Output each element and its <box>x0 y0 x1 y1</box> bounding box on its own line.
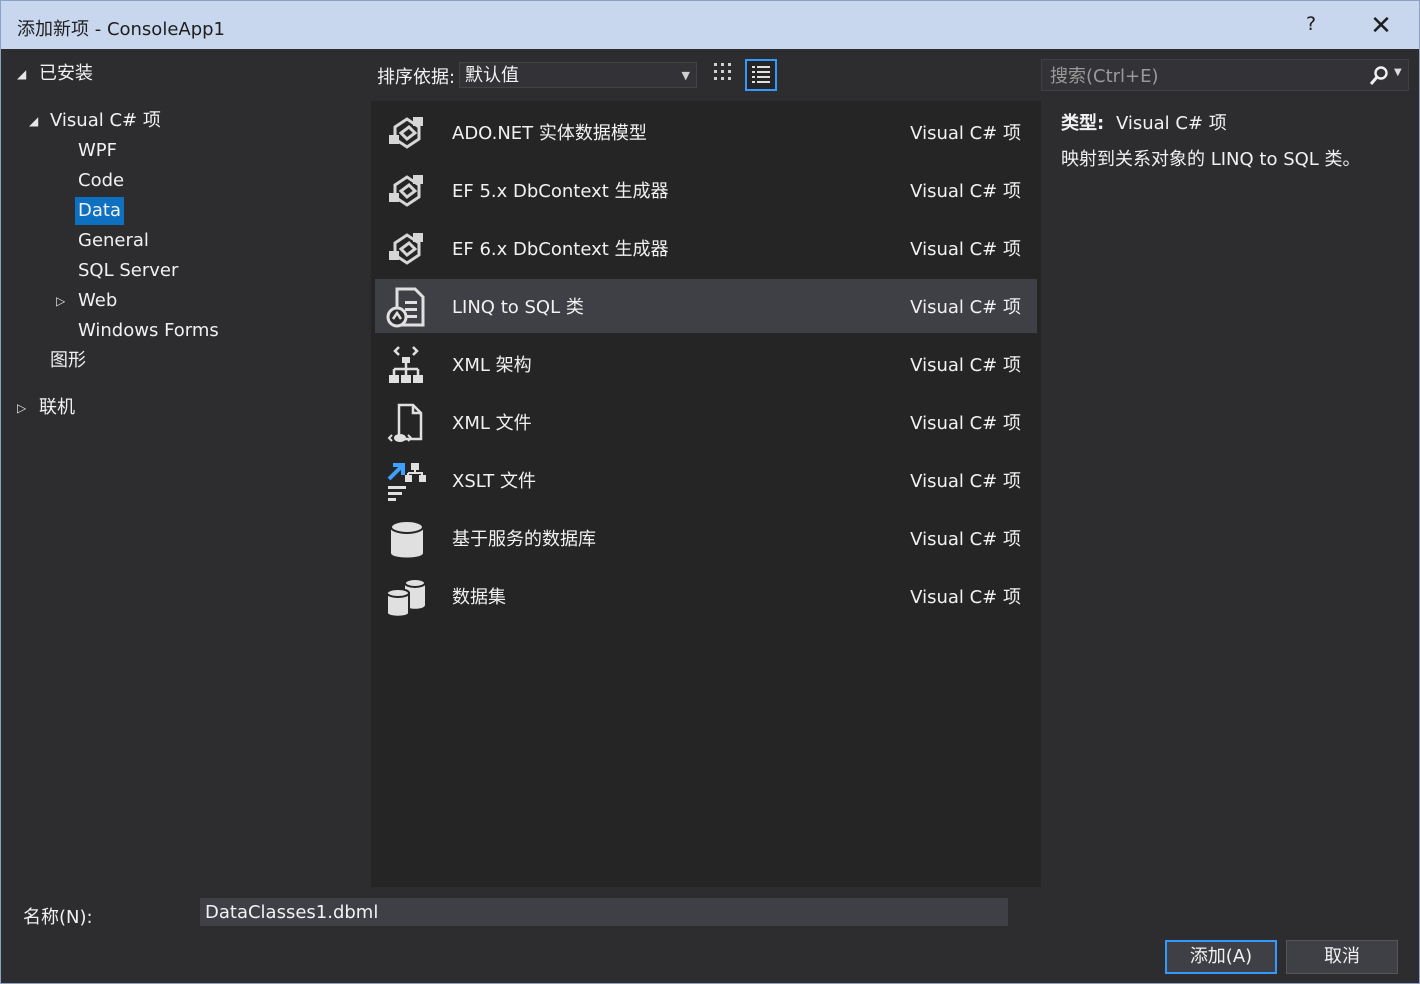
collapse-triangle-icon[interactable]: ◢ <box>17 67 26 81</box>
search-box[interactable]: ▼ <box>1041 59 1409 91</box>
entity-model-icon <box>389 175 423 207</box>
expand-triangle-icon[interactable]: ▷ <box>17 401 26 415</box>
tree-item-wpf[interactable]: WPF <box>78 137 117 165</box>
type-value: Visual C# 项 <box>1115 113 1227 134</box>
item-type: Visual C# 项 <box>910 123 1021 144</box>
sort-value: 默认值 <box>465 65 519 86</box>
xslt-file-icon <box>387 463 426 501</box>
sort-dropdown[interactable]: 默认值 ▼ <box>459 62 697 88</box>
name-label: 名称(N): <box>23 907 93 928</box>
database-icon <box>390 520 424 558</box>
search-input[interactable] <box>1048 62 1362 90</box>
add-new-item-dialog: 添加新项 - ConsoleApp1 ? ✕ ◢ 已安装 ◢ Visual C#… <box>0 0 1420 984</box>
list-item[interactable]: EF 5.x DbContext 生成器 Visual C# 项 <box>375 163 1037 217</box>
item-name: XML 架构 <box>452 355 532 376</box>
item-type: Visual C# 项 <box>910 413 1021 434</box>
item-name: XML 文件 <box>452 413 532 434</box>
dropdown-arrow-icon: ▼ <box>681 69 690 82</box>
list-view-icon <box>752 66 770 83</box>
grid-view-icon <box>714 63 731 80</box>
item-name: 基于服务的数据库 <box>452 529 596 550</box>
item-type: Visual C# 项 <box>910 529 1021 550</box>
cancel-button[interactable]: 取消 <box>1286 940 1398 974</box>
tree-item-installed[interactable]: 已安装 <box>39 60 93 88</box>
list-item[interactable]: ADO.NET 实体数据模型 Visual C# 项 <box>375 105 1037 159</box>
item-name: ADO.NET 实体数据模型 <box>452 123 647 144</box>
item-name: XSLT 文件 <box>452 471 537 492</box>
expand-triangle-icon[interactable]: ▷ <box>56 294 65 308</box>
xml-file-icon <box>387 403 423 442</box>
list-item[interactable]: 基于服务的数据库 Visual C# 项 <box>375 511 1037 565</box>
entity-model-icon <box>389 233 423 265</box>
help-button[interactable]: ? <box>1299 13 1323 37</box>
list-item[interactable]: 数据集 Visual C# 项 <box>375 569 1037 623</box>
tree-item-windows-forms[interactable]: Windows Forms <box>78 317 219 345</box>
item-type: Visual C# 项 <box>910 181 1021 202</box>
linq-to-sql-icon <box>386 287 425 328</box>
collapse-triangle-icon[interactable]: ◢ <box>29 114 38 128</box>
add-button[interactable]: 添加(A) <box>1165 940 1277 974</box>
list-view-button[interactable] <box>745 59 777 91</box>
tree-item-code[interactable]: Code <box>78 167 124 195</box>
details-panel: 类型: Visual C# 项 映射到关系对象的 LINQ to SQL 类。 <box>1061 109 1401 171</box>
tree-item-graphics[interactable]: 图形 <box>50 347 86 375</box>
item-type: Visual C# 项 <box>910 239 1021 260</box>
item-type: Visual C# 项 <box>910 587 1021 608</box>
category-tree: ◢ 已安装 ◢ Visual C# 项 WPF Code Data Genera… <box>1 49 371 887</box>
list-item[interactable]: XML 架构 Visual C# 项 <box>375 337 1037 391</box>
search-icon[interactable] <box>1368 65 1390 87</box>
footer: 名称(N): 添加(A) 取消 <box>1 887 1419 983</box>
small-icons-view-button[interactable] <box>709 59 741 91</box>
list-item[interactable]: EF 6.x DbContext 生成器 Visual C# 项 <box>375 221 1037 275</box>
list-item[interactable]: XSLT 文件 Visual C# 项 <box>375 453 1037 507</box>
list-item-selected[interactable]: LINQ to SQL 类 Visual C# 项 <box>375 279 1037 333</box>
close-button[interactable]: ✕ <box>1365 11 1397 41</box>
window-title: 添加新项 - ConsoleApp1 <box>17 19 226 40</box>
tree-item-general[interactable]: General <box>78 227 149 255</box>
tree-item-visual-csharp[interactable]: Visual C# 项 <box>50 107 161 135</box>
type-label: 类型: <box>1061 113 1105 134</box>
item-name: EF 6.x DbContext 生成器 <box>452 239 669 260</box>
tree-item-data[interactable]: Data <box>75 197 124 225</box>
title-bar: 添加新项 - ConsoleApp1 ? ✕ <box>1 1 1419 49</box>
tree-item-sql-server[interactable]: SQL Server <box>78 257 178 285</box>
entity-model-icon <box>389 117 423 149</box>
template-list: ADO.NET 实体数据模型 Visual C# 项 EF 5.x DbCont… <box>371 101 1041 887</box>
name-field[interactable] <box>200 898 1008 926</box>
sort-label: 排序依据: <box>377 67 456 88</box>
item-type: Visual C# 项 <box>910 297 1021 318</box>
item-description: 映射到关系对象的 LINQ to SQL 类。 <box>1061 149 1361 170</box>
list-item[interactable]: XML 文件 Visual C# 项 <box>375 395 1037 449</box>
item-type: Visual C# 项 <box>910 471 1021 492</box>
tree-item-online[interactable]: 联机 <box>39 394 75 422</box>
tree-item-web[interactable]: Web <box>78 287 117 315</box>
dataset-icon <box>386 578 426 618</box>
xml-schema-icon <box>389 346 423 383</box>
search-options-arrow-icon[interactable]: ▼ <box>1394 67 1402 78</box>
item-name: 数据集 <box>452 587 506 608</box>
item-type: Visual C# 项 <box>910 355 1021 376</box>
item-name: LINQ to SQL 类 <box>452 297 584 318</box>
item-name: EF 5.x DbContext 生成器 <box>452 181 669 202</box>
